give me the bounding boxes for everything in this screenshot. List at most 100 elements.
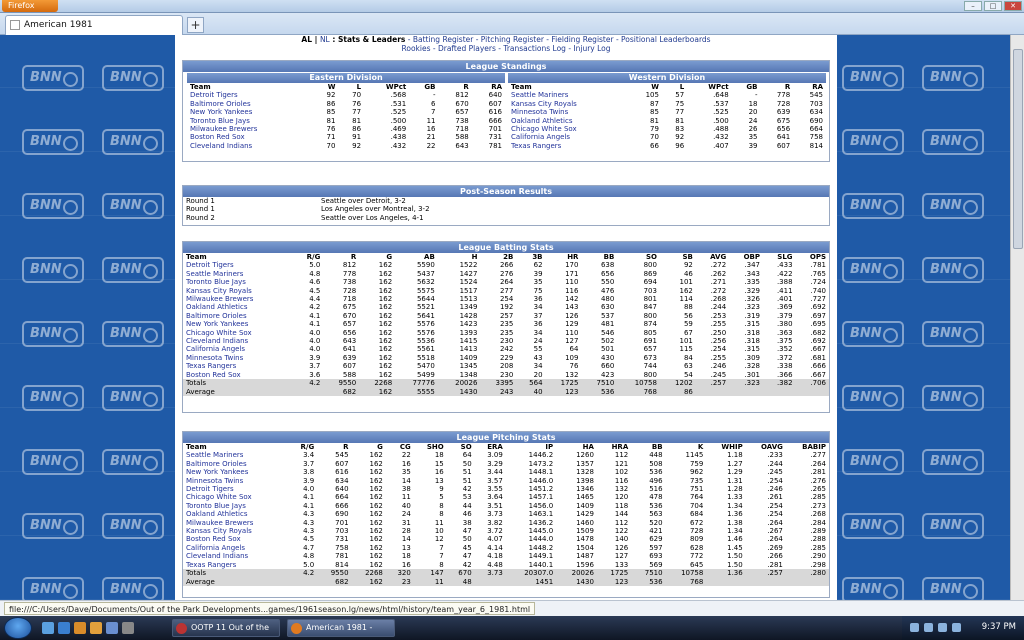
team-link[interactable]: Toronto Blue Jays: [187, 117, 313, 125]
team-link[interactable]: Oakland Athletics: [183, 510, 289, 518]
firefox-menu-button[interactable]: Firefox: [2, 0, 58, 12]
team-link[interactable]: Texas Rangers: [508, 142, 629, 150]
bat-col-header: R: [350, 253, 357, 261]
west-col-header: R: [784, 83, 791, 91]
team-link[interactable]: California Angels: [183, 544, 289, 552]
team-link[interactable]: Boston Red Sox: [183, 535, 289, 543]
close-icon[interactable]: ✕: [1004, 1, 1022, 11]
table-cell: 40: [401, 501, 411, 510]
team-link[interactable]: Seattle Mariners: [183, 451, 289, 459]
table-cell: -: [432, 91, 436, 100]
team-link[interactable]: Milwaukee Brewers: [183, 295, 294, 303]
team-link[interactable]: Oakland Athletics: [183, 303, 294, 311]
table-cell: 3.73: [487, 510, 503, 519]
pit-col-header: R/G: [300, 443, 315, 451]
maximize-icon[interactable]: □: [984, 1, 1002, 11]
start-button[interactable]: [4, 617, 32, 639]
team-link[interactable]: Kansas City Royals: [183, 527, 289, 535]
table-cell: 64: [462, 451, 472, 460]
volume-icon[interactable]: [924, 623, 933, 632]
scrollbar-thumb[interactable]: [1013, 49, 1023, 249]
team-link[interactable]: Texas Rangers: [183, 362, 294, 370]
tab-bar: American 1981 +: [0, 13, 1024, 35]
team-link[interactable]: Baltimore Orioles: [187, 100, 313, 108]
new-tab-button[interactable]: +: [187, 17, 204, 33]
team-link[interactable]: Chicago White Sox: [183, 493, 289, 501]
team-link[interactable]: Baltimore Orioles: [183, 312, 294, 320]
table-cell: 690: [809, 116, 823, 125]
table-cell: 1457.1: [528, 493, 554, 502]
table-cell: [706, 577, 746, 586]
team-link[interactable]: Detroit Tigers: [183, 261, 294, 269]
table-cell: 703: [335, 527, 349, 536]
team-link[interactable]: New York Yankees: [183, 320, 294, 328]
power-icon[interactable]: [938, 623, 947, 632]
west-col-header: RA: [812, 83, 823, 91]
team-link[interactable]: Minnesota Twins: [183, 354, 294, 362]
pit-col-header: WHIP: [721, 443, 743, 451]
team-link[interactable]: Cleveland Indians: [187, 142, 313, 150]
team-link[interactable]: California Angels: [183, 345, 294, 353]
table-cell: .285: [810, 493, 826, 502]
table-cell: 10758: [665, 569, 707, 578]
team-link[interactable]: Chicago White Sox: [183, 329, 294, 337]
explorer-icon[interactable]: [58, 622, 70, 634]
team-link[interactable]: Milwaukee Brewers: [183, 519, 289, 527]
notification-icon[interactable]: [952, 623, 961, 632]
team-link[interactable]: Baltimore Orioles: [183, 460, 289, 468]
vertical-scrollbar[interactable]: [1010, 35, 1024, 600]
table-cell: 638: [600, 261, 615, 270]
bnn-logo: BNN: [922, 513, 984, 539]
bnn-logo: BNN: [842, 321, 904, 347]
table-cell: 20: [533, 370, 543, 379]
table-cell: 162: [378, 311, 393, 320]
team-link[interactable]: Chicago White Sox: [508, 125, 629, 133]
table-cell: 112: [614, 518, 629, 527]
team-link[interactable]: Toronto Blue Jays: [183, 278, 294, 286]
team-link[interactable]: Detroit Tigers: [187, 91, 313, 99]
table-cell: 3.29: [487, 459, 503, 468]
table-cell: 85: [650, 108, 659, 117]
nav-al[interactable]: AL |: [301, 35, 320, 44]
team-link[interactable]: Seattle Mariners: [508, 91, 629, 99]
taskbar-button-firefox[interactable]: American 1981 - Mo...: [287, 619, 395, 640]
team-link[interactable]: Kansas City Royals: [183, 287, 294, 295]
team-link[interactable]: Cleveland Indians: [183, 552, 289, 560]
table-cell: 162: [369, 485, 383, 494]
table-cell: 64: [569, 345, 579, 354]
tab-american-1981[interactable]: American 1981: [5, 15, 183, 35]
team-link[interactable]: California Angels: [508, 133, 629, 141]
bat-col-header: HR: [567, 253, 579, 261]
team-link[interactable]: Milwaukee Brewers: [187, 125, 313, 133]
pit-col-header: IP: [545, 443, 554, 451]
team-link[interactable]: New York Yankees: [183, 468, 289, 476]
team-link[interactable]: Texas Rangers: [183, 561, 289, 569]
team-link[interactable]: Toronto Blue Jays: [183, 502, 289, 510]
nav-register-links[interactable]: - Batting Register - Pitching Register -…: [405, 35, 711, 44]
team-link[interactable]: Boston Red Sox: [183, 371, 294, 379]
app-icon[interactable]: [122, 622, 134, 634]
team-link[interactable]: Kansas City Royals: [508, 100, 629, 108]
network-icon[interactable]: [910, 623, 919, 632]
team-link[interactable]: Minnesota Twins: [183, 477, 289, 485]
table-cell: .568: [390, 91, 407, 100]
firefox-icon[interactable]: [74, 622, 86, 634]
team-link[interactable]: Cleveland Indians: [183, 337, 294, 345]
nav-nl-link[interactable]: NL: [320, 35, 330, 44]
taskbar-button-ootp[interactable]: OOTP 11 Out of the ...: [172, 619, 280, 640]
table-cell: 129: [565, 320, 579, 329]
table-cell: 758: [809, 133, 823, 142]
table-cell: 5536: [416, 337, 435, 346]
media-icon[interactable]: [106, 622, 118, 634]
minimize-icon[interactable]: –: [964, 1, 982, 11]
folder-icon[interactable]: [90, 622, 102, 634]
nav-secondary-links[interactable]: Rookies - Drafted Players - Transactions…: [175, 44, 837, 53]
table-cell: 4.0: [303, 485, 315, 494]
team-link[interactable]: Oakland Athletics: [508, 117, 629, 125]
team-link[interactable]: New York Yankees: [187, 108, 313, 116]
show-desktop-icon[interactable]: [42, 622, 54, 634]
team-link[interactable]: Seattle Mariners: [183, 270, 294, 278]
team-link[interactable]: Boston Red Sox: [187, 133, 313, 141]
team-link[interactable]: Minnesota Twins: [508, 108, 629, 116]
team-link[interactable]: Detroit Tigers: [183, 485, 289, 493]
